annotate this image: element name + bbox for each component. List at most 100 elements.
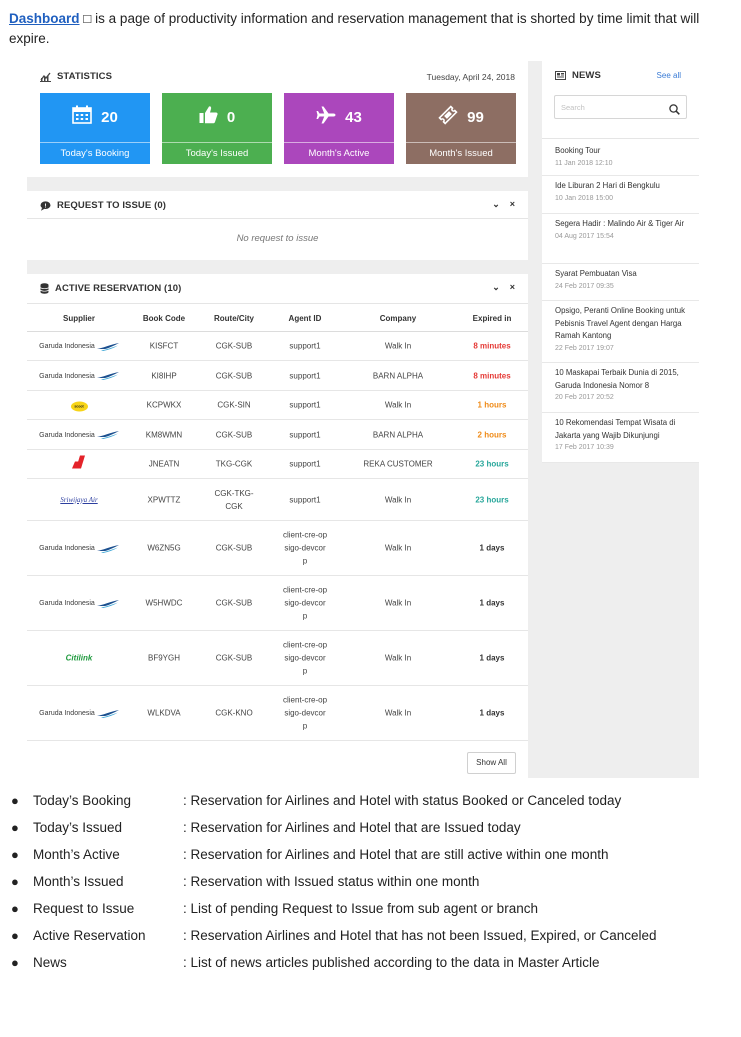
news-item-date: 24 Feb 2017 09:35 xyxy=(555,282,614,290)
definition-term: Month’s Active xyxy=(33,847,120,862)
agent-id-cell: client-cre-opsigo-devcorp xyxy=(283,640,328,676)
supplier-name: Garuda Indonesia xyxy=(39,431,95,439)
svg-text:!: ! xyxy=(44,203,47,209)
garuda-indonesia-logo: Garuda Indonesia xyxy=(39,707,119,720)
definition-description: : Reservation for Airlines and Hotel tha… xyxy=(183,847,609,862)
bullet-icon: ● xyxy=(11,874,19,889)
supplier-name: Garuda Indonesia xyxy=(39,710,95,717)
supplier-name: Garuda Indonesia xyxy=(39,545,95,552)
route-cell: CGK-KNO xyxy=(215,708,253,718)
news-item[interactable]: Booking Tour 11 Jan 2018 12:10 xyxy=(542,141,699,176)
news-header: NEWS xyxy=(555,70,601,81)
months-issued-count: 99 xyxy=(467,108,484,126)
expired-in-cell: 1 days xyxy=(479,653,505,663)
column-header-route[interactable]: Route/City xyxy=(203,314,265,323)
column-header-agent-id[interactable]: Agent ID xyxy=(265,314,345,323)
column-header-book-code[interactable]: Book Code xyxy=(125,314,203,323)
book-code-link[interactable]: KCPWKX xyxy=(125,399,203,412)
book-code-link[interactable]: KI8IHP xyxy=(125,369,203,382)
todays-issued-count: 0 xyxy=(226,108,236,126)
close-icon[interactable]: × xyxy=(510,199,515,210)
collapse-icon[interactable]: ⌄ xyxy=(492,282,500,293)
garuda-wing-icon xyxy=(96,342,119,351)
news-item-date: 04 Aug 2017 15:54 xyxy=(555,232,614,240)
news-item[interactable]: 10 Rekomendasi Tempat Wisata di Jakarta … xyxy=(542,413,699,463)
news-item-date: 20 Feb 2017 20:52 xyxy=(555,394,614,401)
definition-description: : Reservation with Issued status within … xyxy=(183,874,480,889)
table-row: JNEATN TKG-CGK support1 REKA CUSTOMER 23 hou… xyxy=(27,450,528,479)
table-row: Sriwijaya Air XPWTTZ CGK-TKG-CGK support1 Wa… xyxy=(27,479,528,521)
months-issued-label: Month's Issued xyxy=(406,142,516,164)
news-item-date: 11 Jan 2018 12:10 xyxy=(555,159,613,167)
book-code-link[interactable]: BF9YGH xyxy=(125,652,203,665)
todays-issued-tile[interactable]: 0 Today's Issued xyxy=(162,93,272,164)
show-all-button[interactable]: Show All xyxy=(467,752,516,774)
news-item[interactable]: Opsigo, Peranti Online Booking untuk Peb… xyxy=(542,301,699,363)
expired-in-cell: 8 minutes xyxy=(473,371,511,380)
garuda-wing-icon xyxy=(96,599,119,608)
book-code-link[interactable]: XPWTTZ xyxy=(125,493,203,506)
see-all-link[interactable]: See all xyxy=(657,71,681,80)
definition-description: : Reservation for Airlines and Hotel wit… xyxy=(183,793,622,808)
newspaper-icon xyxy=(555,71,566,80)
table-row: Citilink BF9YGH CGK-SUB client-cre-opsigo-d… xyxy=(27,631,528,686)
thumbs-up-icon xyxy=(199,105,218,129)
column-header-expired-in[interactable]: Expired in xyxy=(451,314,533,323)
airplane-icon xyxy=(316,106,336,129)
news-item-title: Syarat Pembuatan Visa xyxy=(555,269,637,278)
definition-description: : Reservation for Airlines and Hotel tha… xyxy=(183,820,521,835)
months-active-tile[interactable]: 43 Month's Active xyxy=(284,93,394,164)
table-row: scoot KCPWKX CGK-SIN support1 Walk In 1 hours xyxy=(27,391,528,420)
book-code-link[interactable]: W5HWDC xyxy=(125,597,203,610)
garuda-wing-icon xyxy=(96,372,119,380)
agent-id-cell: support1 xyxy=(289,430,321,439)
book-code-link[interactable]: KM8WMN xyxy=(125,428,203,441)
close-icon[interactable]: × xyxy=(510,282,515,293)
news-item[interactable]: Syarat Pembuatan Visa 24 Feb 2017 09:35 xyxy=(542,264,699,301)
route-cell: CGK-SUB xyxy=(215,371,253,380)
table-row: Garuda Indonesia W5HWDC CGK-SUB client-cre-… xyxy=(27,576,528,631)
news-item[interactable]: Segera Hadir : Malindo Air & Tiger Air 04… xyxy=(542,214,699,264)
airasia-logo xyxy=(72,455,86,471)
column-header-company[interactable]: Company xyxy=(345,314,451,323)
news-item-title: Segera Hadir : Malindo Air & Tiger Air xyxy=(555,219,685,228)
news-search-box[interactable] xyxy=(554,95,687,119)
company-cell: Walk In xyxy=(384,708,412,718)
definition-term: News xyxy=(33,955,67,970)
news-panel: NEWS See all Booking Tour 11 Jan 2018 12:… xyxy=(542,61,699,463)
statistics-title: STATISTICS xyxy=(57,71,113,82)
news-item[interactable]: 10 Maskapai Terbaik Dunia di 2015, Garud… xyxy=(542,363,699,413)
months-active-count: 43 xyxy=(345,108,362,126)
news-item-date: 17 Feb 2017 10:39 xyxy=(555,444,614,451)
todays-booking-tile[interactable]: 20 Today's Booking xyxy=(40,93,150,164)
news-search-input[interactable] xyxy=(561,100,661,114)
citilink-logo: Citilink xyxy=(65,653,93,663)
column-header-supplier[interactable]: Supplier xyxy=(33,314,125,323)
months-issued-tile[interactable]: 99 Month's Issued xyxy=(406,93,516,164)
supplier-logo: Garuda Indonesia xyxy=(33,339,125,353)
news-item-title: Booking Tour xyxy=(555,146,601,155)
route-cell: CGK-SUB xyxy=(215,341,253,351)
search-icon[interactable] xyxy=(669,102,680,120)
table-row: Garuda Indonesia WLKDVA CGK-KNO client-cre-… xyxy=(27,686,528,741)
todays-booking-label: Today's Booking xyxy=(40,142,150,164)
book-code-link[interactable]: KISFCT xyxy=(125,340,203,353)
expired-in-cell: 23 hours xyxy=(475,495,509,504)
table-row: Garuda Indonesia W6ZN5G CGK-SUB client-cre-… xyxy=(27,521,528,576)
book-code-link[interactable]: WLKDVA xyxy=(125,707,203,720)
news-item[interactable]: Ide Liburan 2 Hari di Bengkulu 10 Jan 201… xyxy=(542,176,699,214)
chart-icon xyxy=(40,72,51,82)
route-cell: CGK-SUB xyxy=(215,430,253,439)
definition-term: Today’s Booking xyxy=(33,793,132,808)
book-code-link[interactable]: JNEATN xyxy=(125,458,203,471)
agent-id-cell: support1 xyxy=(289,495,321,504)
garuda-indonesia-logo: Garuda Indonesia xyxy=(39,370,119,383)
agent-id-cell: client-cre-opsigo-devcorp xyxy=(283,585,328,621)
collapse-icon[interactable]: ⌄ xyxy=(492,199,500,210)
expired-in-cell: 1 days xyxy=(479,543,505,553)
intro-paragraph: Dashboard □ is a page of productivity in… xyxy=(9,9,734,49)
route-cell: CGK-SUB xyxy=(215,598,253,608)
book-code-link[interactable]: W6ZN5G xyxy=(125,542,203,555)
expired-in-cell: 1 hours xyxy=(477,400,507,410)
dashboard-link[interactable]: Dashboard xyxy=(9,11,80,26)
